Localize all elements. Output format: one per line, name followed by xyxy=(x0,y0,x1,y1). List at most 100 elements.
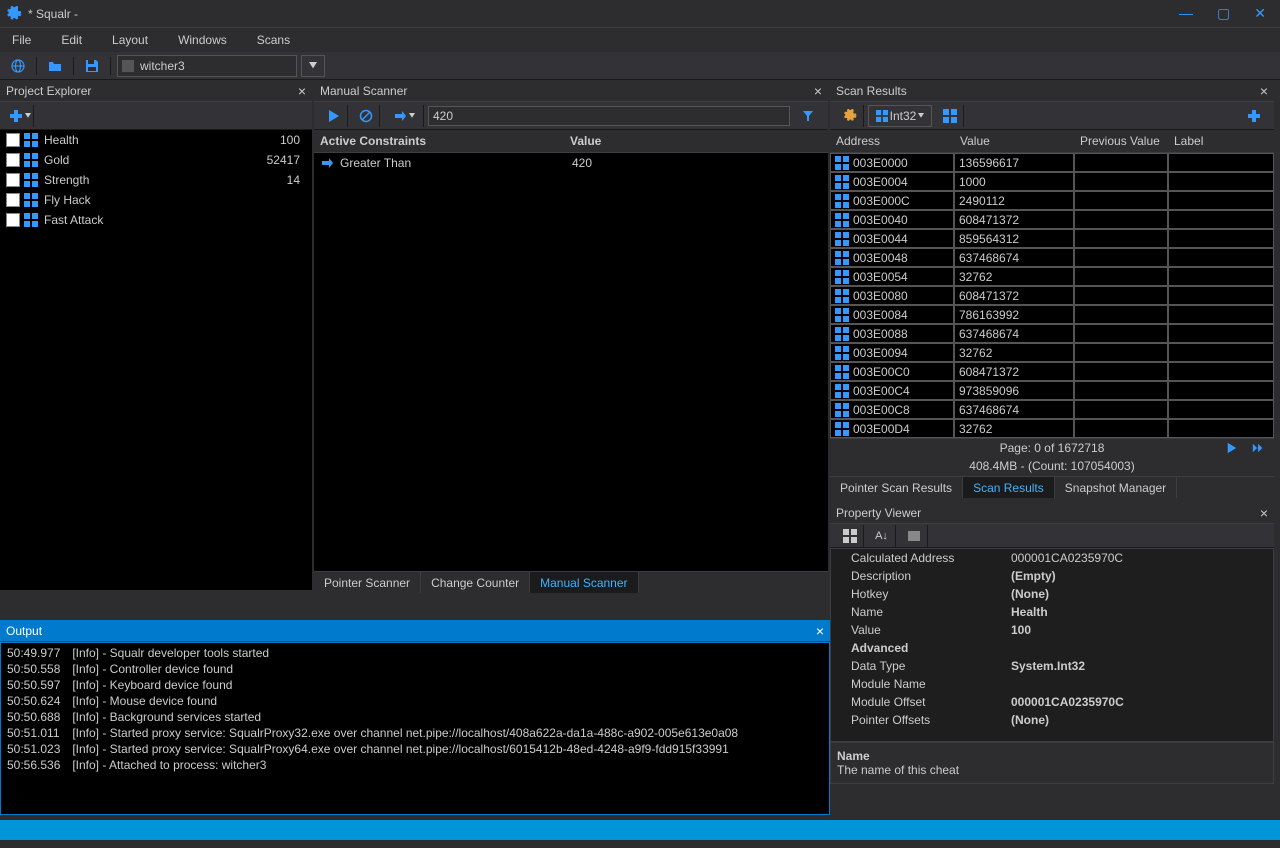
property-row[interactable]: Value100 xyxy=(831,621,1273,639)
tab-scan-results[interactable]: Scan Results xyxy=(963,477,1055,498)
results-add-button[interactable] xyxy=(1240,105,1268,127)
main-toolbar: witcher3 xyxy=(0,52,1280,80)
grid-icon xyxy=(835,156,849,170)
grid-icon xyxy=(835,346,849,360)
scan-filter-button[interactable] xyxy=(794,105,822,127)
prop-page-button[interactable] xyxy=(900,525,928,547)
results-grid-button[interactable] xyxy=(936,105,964,127)
menu-scans[interactable]: Scans xyxy=(251,31,296,49)
constraint-row[interactable]: Greater Than 420 xyxy=(314,153,828,173)
result-row[interactable]: 003E005432762 xyxy=(830,267,1274,286)
menu-file[interactable]: File xyxy=(6,31,37,49)
property-row[interactable]: NameHealth xyxy=(831,603,1273,621)
property-row[interactable]: Data TypeSystem.Int32 xyxy=(831,657,1273,675)
output-line: 50:51.011 [Info] - Started proxy service… xyxy=(7,725,823,741)
scan-stop-button[interactable] xyxy=(352,105,380,127)
menu-edit[interactable]: Edit xyxy=(55,31,88,49)
tab-change-counter[interactable]: Change Counter xyxy=(421,572,530,593)
result-row[interactable]: 003E0044859564312 xyxy=(830,229,1274,248)
results-pager: Page: 0 of 1672718 xyxy=(830,438,1274,457)
value-header: Value xyxy=(570,134,601,148)
output-line: 50:51.023 [Info] - Started proxy service… xyxy=(7,741,823,757)
property-viewer-close[interactable]: × xyxy=(1260,505,1268,521)
page-last-icon[interactable] xyxy=(1252,442,1264,454)
result-row[interactable]: 003E0088637468674 xyxy=(830,324,1274,343)
output-header: Output × xyxy=(0,620,830,642)
property-category[interactable]: Advanced xyxy=(831,639,1273,657)
property-row[interactable]: Module Name xyxy=(831,675,1273,693)
menu-windows[interactable]: Windows xyxy=(172,31,233,49)
grid-icon xyxy=(835,384,849,398)
result-row[interactable]: 003E009432762 xyxy=(830,343,1274,362)
grid-icon xyxy=(835,213,849,227)
process-name: witcher3 xyxy=(140,59,185,73)
close-button[interactable]: ✕ xyxy=(1254,5,1266,22)
project-item[interactable]: Fly Hack xyxy=(0,190,312,210)
results-refresh-button[interactable] xyxy=(836,105,864,127)
scan-start-button[interactable] xyxy=(320,105,348,127)
maximize-button[interactable]: ▢ xyxy=(1217,5,1230,22)
checkbox[interactable] xyxy=(6,173,20,187)
result-row[interactable]: 003E00C8637468674 xyxy=(830,400,1274,419)
project-explorer-close[interactable]: × xyxy=(298,83,306,99)
checkbox[interactable] xyxy=(6,193,20,207)
scan-value-input[interactable] xyxy=(428,106,790,126)
tab-pointer-scan-results[interactable]: Pointer Scan Results xyxy=(830,477,963,498)
output-close[interactable]: × xyxy=(816,623,824,639)
tab-snapshot-manager[interactable]: Snapshot Manager xyxy=(1055,477,1177,498)
property-row[interactable]: Description(Empty) xyxy=(831,567,1273,585)
output-line: 50:50.597 [Info] - Keyboard device found xyxy=(7,677,823,693)
output-line: 50:50.624 [Info] - Mouse device found xyxy=(7,693,823,709)
property-row[interactable]: Calculated Address000001CA0235970C xyxy=(831,549,1273,567)
result-row[interactable]: 003E00041000 xyxy=(830,172,1274,191)
grid-icon xyxy=(835,251,849,265)
project-item[interactable]: Fast Attack xyxy=(0,210,312,230)
minimize-button[interactable]: — xyxy=(1179,5,1193,22)
property-row[interactable]: Module Offset000001CA0235970C xyxy=(831,693,1273,711)
result-row[interactable]: 003E0048637468674 xyxy=(830,248,1274,267)
prop-categorize-button[interactable] xyxy=(836,525,864,547)
tab-pointer-scanner[interactable]: Pointer Scanner xyxy=(314,572,421,593)
process-selector[interactable]: witcher3 xyxy=(117,55,297,77)
save-button[interactable] xyxy=(80,55,104,77)
result-row[interactable]: 003E00C4973859096 xyxy=(830,381,1274,400)
checkbox[interactable] xyxy=(6,153,20,167)
process-dropdown[interactable] xyxy=(301,55,325,77)
tab-manual-scanner[interactable]: Manual Scanner xyxy=(530,572,638,593)
checkbox[interactable] xyxy=(6,133,20,147)
output-line: 50:50.558 [Info] - Controller device fou… xyxy=(7,661,823,677)
grid-icon xyxy=(835,289,849,303)
scan-constraint-button[interactable] xyxy=(384,105,424,127)
manual-scanner-tabs: Pointer ScannerChange CounterManual Scan… xyxy=(314,571,828,593)
project-item[interactable]: Gold52417 xyxy=(0,150,312,170)
add-item-button[interactable] xyxy=(6,105,34,127)
globe-button[interactable] xyxy=(6,55,30,77)
result-row[interactable]: 003E000C2490112 xyxy=(830,191,1274,210)
data-type-selector[interactable]: Int32 xyxy=(868,105,932,127)
checkbox[interactable] xyxy=(6,213,20,227)
property-row[interactable]: Hotkey(None) xyxy=(831,585,1273,603)
result-row[interactable]: 003E0000136596617 xyxy=(830,153,1274,172)
page-next-icon[interactable] xyxy=(1226,442,1238,454)
result-row[interactable]: 003E00C0608471372 xyxy=(830,362,1274,381)
result-row[interactable]: 003E0040608471372 xyxy=(830,210,1274,229)
prop-sort-button[interactable]: A↓ xyxy=(868,525,896,547)
property-description: Name The name of this cheat xyxy=(830,742,1274,784)
project-item[interactable]: Strength14 xyxy=(0,170,312,190)
result-row[interactable]: 003E00D432762 xyxy=(830,419,1274,438)
grid-icon xyxy=(835,308,849,322)
grid-icon xyxy=(835,365,849,379)
result-row[interactable]: 003E0084786163992 xyxy=(830,305,1274,324)
open-button[interactable] xyxy=(43,55,67,77)
menu-layout[interactable]: Layout xyxy=(106,31,154,49)
output-line: 50:56.536 [Info] - Attached to process: … xyxy=(7,757,823,773)
project-item[interactable]: Health100 xyxy=(0,130,312,150)
result-row[interactable]: 003E0080608471372 xyxy=(830,286,1274,305)
manual-scanner-close[interactable]: × xyxy=(814,83,822,99)
manual-scanner-header: Manual Scanner × xyxy=(314,80,828,102)
scan-results-close[interactable]: × xyxy=(1260,83,1268,99)
results-status: 408.4MB - (Count: 107054003) xyxy=(830,457,1274,476)
property-row[interactable]: Pointer Offsets(None) xyxy=(831,711,1273,729)
grid-icon xyxy=(24,193,38,207)
grid-icon xyxy=(24,173,38,187)
